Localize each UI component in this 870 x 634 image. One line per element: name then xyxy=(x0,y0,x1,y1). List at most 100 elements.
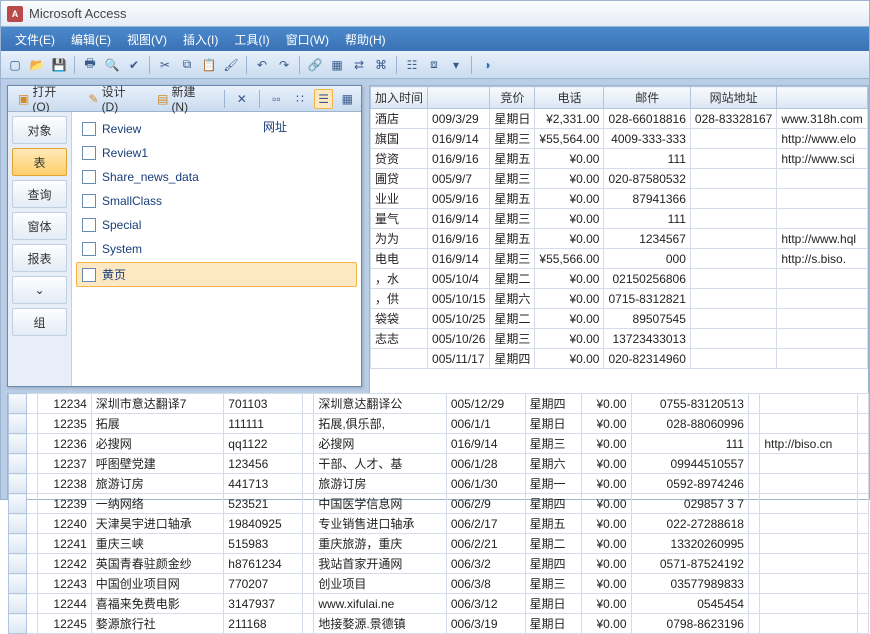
object-item[interactable]: SmallClass xyxy=(76,190,357,212)
table-row[interactable]: ，水005/10/4星期二¥0.0002150256806 xyxy=(371,269,870,289)
table-row[interactable]: 12234深圳市意达翻译7701103深圳意达翻译公005/12/29星期四¥0… xyxy=(9,394,869,414)
cell xyxy=(777,329,867,349)
object-extra[interactable]: 网址 xyxy=(257,118,287,135)
view-detail-icon[interactable]: ▦ xyxy=(337,89,357,109)
menu-view[interactable]: 视图(V) xyxy=(119,28,175,51)
tb-link-icon[interactable]: 🔗 xyxy=(305,55,325,75)
view-list-icon[interactable]: ☰ xyxy=(314,89,334,109)
table-row[interactable]: 12241重庆三峡515983重庆旅游，重庆006/2/21星期二¥0.0013… xyxy=(9,534,869,554)
object-item[interactable]: Review1 xyxy=(76,142,357,164)
row-header[interactable] xyxy=(9,454,27,474)
cell: 016/9/16 xyxy=(428,149,490,169)
row-header[interactable] xyxy=(9,534,27,554)
tb-rel2-icon[interactable]: ⧈ xyxy=(424,55,444,75)
cell: 701103 xyxy=(224,394,303,414)
row-header[interactable] xyxy=(9,414,27,434)
row-header[interactable] xyxy=(9,434,27,454)
row-header[interactable] xyxy=(9,494,27,514)
table-row[interactable]: 旗国016/9/14星期三¥55,564.004009-333-333http:… xyxy=(371,129,870,149)
tb-print-icon[interactable]: 🖶 xyxy=(80,55,100,75)
tb-code-icon[interactable]: ⌘ xyxy=(371,55,391,75)
cell xyxy=(748,514,759,534)
objbar-group[interactable]: 组 xyxy=(12,308,67,336)
row-header[interactable] xyxy=(9,394,27,414)
table-row[interactable]: 005/11/17星期四¥0.00020-82314960 xyxy=(371,349,870,369)
col-header[interactable]: 网站地址 xyxy=(690,87,776,109)
view-small-icon[interactable]: ∷ xyxy=(290,89,310,109)
table-row[interactable]: ，供005/10/15星期六¥0.000715-8312821 xyxy=(371,289,870,309)
tb-copy-icon[interactable]: ⧉ xyxy=(177,55,197,75)
cell: 星期四 xyxy=(525,394,582,414)
table-row[interactable]: 酒店009/3/29星期日¥2,331.00028-66018816028-83… xyxy=(371,109,870,129)
table-row[interactable]: 量气016/9/14星期三¥0.00111http xyxy=(371,209,870,229)
row-header[interactable] xyxy=(9,554,27,574)
table-row[interactable]: 12242英国青春驻颜金纱h8761234我站首家开通网006/3/2星期四¥0… xyxy=(9,554,869,574)
table-row[interactable]: 12240天津昊宇进口轴承19840925专业销售进口轴承006/2/17星期五… xyxy=(9,514,869,534)
table-row[interactable]: 电电016/9/14星期三¥55,566.00000http://s.biso. xyxy=(371,249,870,269)
table-row[interactable]: 业业005/9/16星期五¥0.0087941366 xyxy=(371,189,870,209)
cell: 天津昊宇进口轴承 xyxy=(91,514,223,534)
objbar-table[interactable]: 表 xyxy=(12,148,67,176)
tb-undo-icon[interactable]: ↶ xyxy=(252,55,272,75)
menu-tools[interactable]: 工具(I) xyxy=(226,28,277,51)
cell xyxy=(760,494,857,514)
object-item[interactable]: Review xyxy=(76,118,357,140)
tb-redo-icon[interactable]: ↷ xyxy=(274,55,294,75)
objbar-more[interactable]: ⌄ xyxy=(12,276,67,304)
table-row[interactable]: 12244喜福来免费电影3147937www.xifulai.ne006/3/1… xyxy=(9,594,869,614)
row-header[interactable] xyxy=(9,614,27,634)
row-header[interactable] xyxy=(9,574,27,594)
tb-rel-icon[interactable]: ⇄ xyxy=(349,55,369,75)
tb-cut-icon[interactable]: ✂ xyxy=(155,55,175,75)
col-header[interactable]: 竞价 xyxy=(490,87,535,109)
object-item[interactable]: System xyxy=(76,238,357,260)
tb-prop-icon[interactable]: ☷ xyxy=(402,55,422,75)
col-header[interactable] xyxy=(428,87,490,109)
table-row[interactable]: 12238旅游订房441713旅游订房006/1/30星期一¥0.000592-… xyxy=(9,474,869,494)
tb-paste-icon[interactable]: 📋 xyxy=(199,55,219,75)
objbar-form[interactable]: 窗体 xyxy=(12,212,67,240)
object-item[interactable]: 黄页 xyxy=(76,262,357,287)
table-row[interactable]: 为为016/9/16星期五¥0.001234567http://www.hql xyxy=(371,229,870,249)
col-header[interactable]: 邮件 xyxy=(604,87,690,109)
view-large-icon[interactable]: ▫▫ xyxy=(267,89,287,109)
tb-win-icon[interactable]: ▾ xyxy=(446,55,466,75)
row-header[interactable] xyxy=(9,514,27,534)
tb-save-icon[interactable]: 💾 xyxy=(49,55,69,75)
table-row[interactable]: 贷资016/9/16星期五¥0.00111http://www.sci xyxy=(371,149,870,169)
tb-help-icon[interactable]: ◑ xyxy=(477,55,497,75)
tb-db-icon[interactable]: ▦ xyxy=(327,55,347,75)
tb-open-icon[interactable]: 📂 xyxy=(27,55,47,75)
col-header[interactable]: 电话 xyxy=(535,87,604,109)
menu-file[interactable]: 文件(E) xyxy=(7,28,63,51)
menu-window[interactable]: 窗口(W) xyxy=(278,28,337,51)
table-row[interactable]: 12236必搜网qq1122必搜网016/9/14星期三¥0.00111http… xyxy=(9,434,869,454)
tb-new-icon[interactable]: ▢ xyxy=(5,55,25,75)
table-row[interactable]: 12245婺源旅行社211168地接婺源.景德镇006/3/19星期日¥0.00… xyxy=(9,614,869,634)
table-row[interactable]: 12239一纳网络523521中国医学信息网006/2/9星期四¥0.00029… xyxy=(9,494,869,514)
objbar-objects[interactable]: 对象 xyxy=(12,116,67,144)
tb-preview-icon[interactable]: 🔍 xyxy=(102,55,122,75)
objbar-report[interactable]: 报表 xyxy=(12,244,67,272)
tb-spell-icon[interactable]: ✔ xyxy=(124,55,144,75)
menu-insert[interactable]: 插入(I) xyxy=(175,28,226,51)
objbar-query[interactable]: 查询 xyxy=(12,180,67,208)
col-header[interactable]: 加入时间 xyxy=(371,87,428,109)
object-item[interactable]: Share_news_data xyxy=(76,166,357,188)
table-row[interactable]: 志志005/10/26星期三¥0.0013723433013 xyxy=(371,329,870,349)
table-row[interactable]: 圃贷005/9/7星期三¥0.00020-87580532 xyxy=(371,169,870,189)
table-row[interactable]: 12235拓展111111拓展,俱乐部,006/1/1星期日¥0.00028-8… xyxy=(9,414,869,434)
panel-delete-icon[interactable]: ✕ xyxy=(232,89,252,109)
table-row[interactable]: 12237呼图壁党建123456干部、人才、基006/1/28星期六¥0.000… xyxy=(9,454,869,474)
table-row[interactable]: 袋袋005/10/25星期二¥0.0089507545 xyxy=(371,309,870,329)
menu-help[interactable]: 帮助(H) xyxy=(337,28,394,51)
row-header[interactable] xyxy=(9,594,27,614)
cell: http://www.hql xyxy=(777,229,867,249)
table-row[interactable]: 12243中国创业项目网770207创业项目006/3/8星期三¥0.00035… xyxy=(9,574,869,594)
object-item[interactable]: Special xyxy=(76,214,357,236)
tb-format-icon[interactable]: 🖌 xyxy=(221,55,241,75)
col-header[interactable] xyxy=(777,87,867,109)
menu-edit[interactable]: 编辑(E) xyxy=(63,28,119,51)
row-header[interactable] xyxy=(9,474,27,494)
datagrid-lower[interactable]: 12234深圳市意达翻译7701103深圳意达翻译公005/12/29星期四¥0… xyxy=(7,393,869,499)
